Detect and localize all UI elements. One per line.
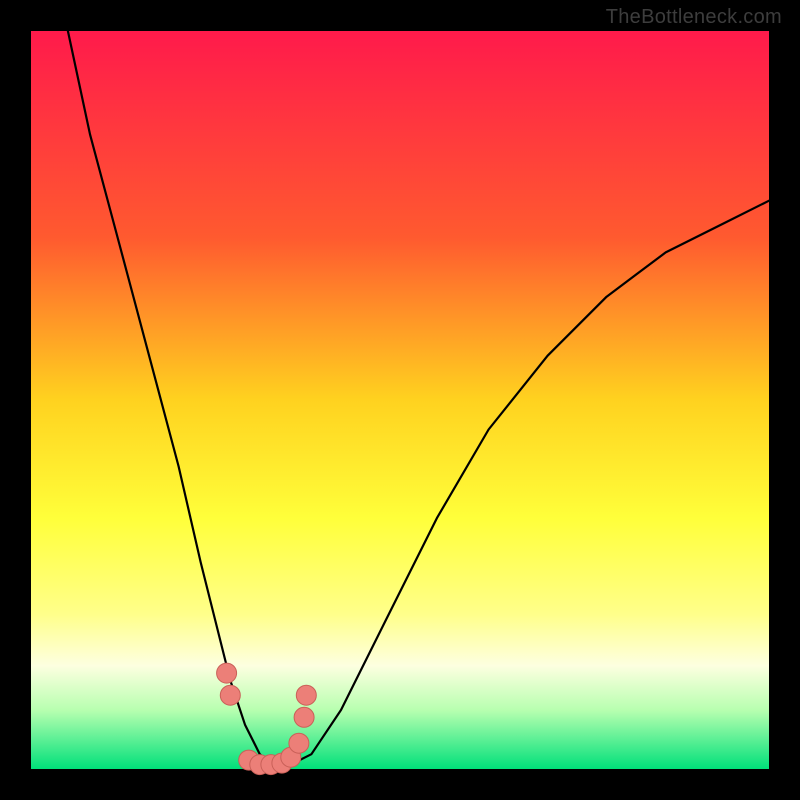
curve-marker: [220, 685, 240, 705]
curve-marker: [289, 733, 309, 753]
curve-marker: [294, 707, 314, 727]
bottleneck-chart: [0, 0, 800, 800]
outer-frame: TheBottleneck.com: [0, 0, 800, 800]
curve-marker: [296, 685, 316, 705]
curve-marker: [217, 663, 237, 683]
plot-background: [31, 31, 769, 769]
watermark-text: TheBottleneck.com: [606, 6, 782, 29]
